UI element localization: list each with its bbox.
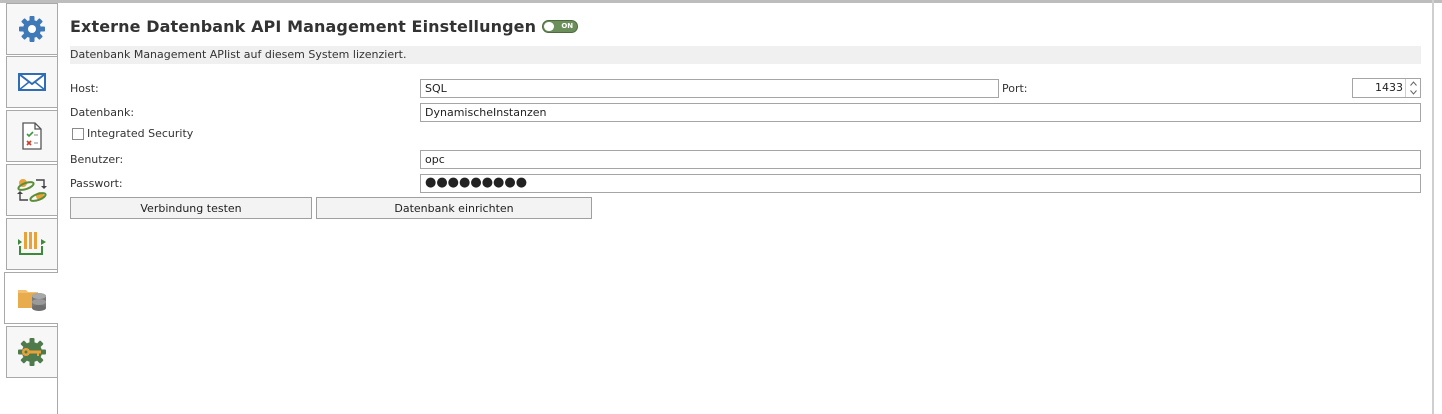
tab-license-key[interactable] bbox=[6, 326, 57, 378]
integrated-security-checkbox[interactable] bbox=[72, 128, 84, 140]
toggle-label: ON bbox=[561, 21, 574, 30]
api-enabled-toggle[interactable]: ON bbox=[542, 19, 579, 33]
password-label: Passwort: bbox=[70, 177, 123, 190]
database-label: Datenbank: bbox=[70, 106, 135, 119]
chevron-down-icon bbox=[1409, 90, 1417, 95]
tab-synchronization[interactable] bbox=[6, 164, 57, 216]
queue-icon bbox=[17, 230, 47, 258]
gear-icon bbox=[17, 14, 47, 44]
port-label: Port: bbox=[1002, 82, 1028, 95]
sync-icon bbox=[16, 175, 48, 205]
port-value: 1433 bbox=[1375, 81, 1403, 94]
port-spinner[interactable]: 1433 bbox=[1352, 78, 1421, 98]
port-spin-buttons bbox=[1405, 79, 1420, 97]
tab-document-validation[interactable] bbox=[6, 110, 57, 162]
spin-up-button[interactable] bbox=[1406, 79, 1420, 88]
user-label: Benutzer: bbox=[70, 153, 124, 166]
user-input[interactable]: opc bbox=[420, 150, 1421, 169]
spin-down-button[interactable] bbox=[1406, 88, 1420, 97]
settings-tab-strip bbox=[0, 3, 58, 414]
tab-general-settings[interactable] bbox=[6, 3, 57, 55]
folder-database-icon bbox=[16, 284, 48, 312]
settings-panel: Externe Datenbank API Management Einstel… bbox=[70, 3, 1422, 414]
password-input[interactable]: ●●●●●●●●● bbox=[420, 174, 1421, 193]
window-right-border bbox=[1432, 0, 1434, 414]
toggle-knob bbox=[544, 21, 555, 31]
host-label: Host: bbox=[70, 82, 99, 95]
chevron-up-icon bbox=[1409, 81, 1417, 86]
title-row: Externe Datenbank API Management Einstel… bbox=[70, 15, 579, 37]
envelope-icon bbox=[18, 71, 46, 93]
tab-database-management[interactable] bbox=[4, 272, 58, 324]
tab-mail-settings[interactable] bbox=[6, 56, 57, 108]
tab-queue-processing[interactable] bbox=[6, 218, 57, 270]
page-title: Externe Datenbank API Management Einstel… bbox=[70, 16, 537, 36]
host-input[interactable]: SQL bbox=[420, 79, 999, 98]
database-input[interactable]: DynamischeInstanzen bbox=[420, 103, 1421, 122]
license-status-bar: Datenbank Management APIist auf diesem S… bbox=[70, 46, 1421, 64]
integrated-security-label: Integrated Security bbox=[87, 127, 194, 140]
test-connection-button[interactable]: Verbindung testen bbox=[70, 197, 312, 219]
gear-key-icon bbox=[15, 336, 49, 368]
license-status-text: Datenbank Management APIist auf diesem S… bbox=[70, 48, 407, 61]
document-check-icon bbox=[19, 121, 45, 151]
setup-database-button[interactable]: Datenbank einrichten bbox=[316, 197, 592, 219]
